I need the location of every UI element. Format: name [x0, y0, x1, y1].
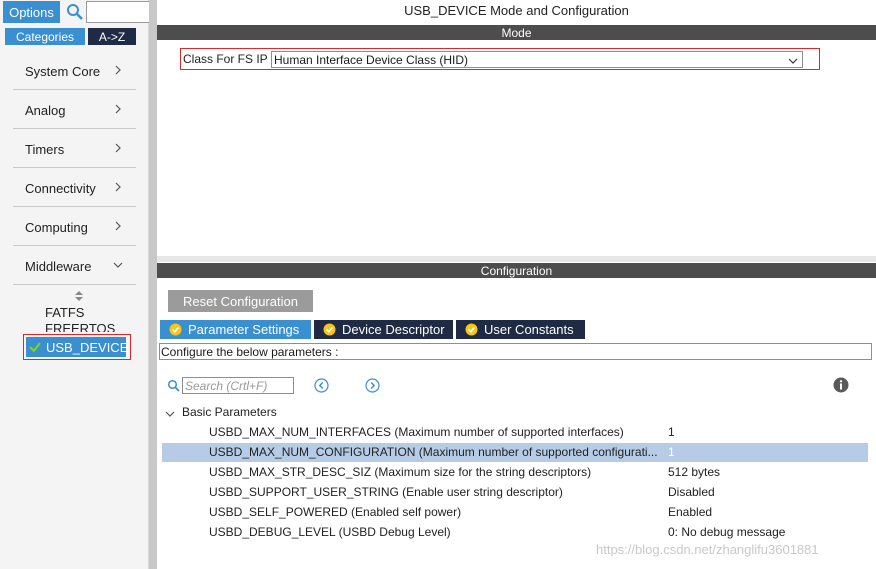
param-value: Enabled	[668, 505, 713, 519]
class-select-value: Human Interface Device Class (HID)	[274, 52, 469, 67]
param-name: USBD_SELF_POWERED (Enabled self power)	[209, 505, 462, 519]
parameter-search-input[interactable]: Search (Crtl+F)	[182, 377, 294, 394]
category-middleware[interactable]: Middleware	[13, 248, 136, 285]
search-icon[interactable]	[65, 2, 85, 22]
class-for-fs-ip-field: Class For FS IP Human Interface Device C…	[180, 48, 820, 70]
category-label: Connectivity	[25, 180, 96, 196]
configure-description: Configure the below parameters :	[159, 343, 872, 360]
category-connectivity[interactable]: Connectivity	[13, 170, 136, 207]
middleware-item-fatfs[interactable]: FATFS	[45, 305, 84, 320]
basic-parameters-group[interactable]: Basic Parameters	[182, 405, 277, 419]
chevron-right-icon	[112, 181, 124, 193]
category-system-core[interactable]: System Core	[13, 53, 136, 90]
table-row-selected[interactable]: USBD_MAX_NUM_CONFIGURATION (Maximum numb…	[162, 443, 868, 462]
usb-device-label: USB_DEVICE	[46, 339, 129, 355]
table-row[interactable]: USBD_SUPPORT_USER_STRING (Enable user st…	[162, 483, 868, 502]
param-name: USBD_SUPPORT_USER_STRING (Enable user st…	[209, 485, 563, 499]
param-value: 0: No debug message	[668, 525, 786, 539]
check-circle-icon	[465, 323, 478, 336]
chevron-right-icon	[112, 64, 124, 76]
tab-parameter-settings[interactable]: Parameter Settings	[160, 320, 311, 339]
table-row[interactable]: USBD_MAX_STR_DESC_SIZ (Maximum size for …	[162, 463, 868, 482]
category-label: System Core	[25, 63, 101, 79]
table-row[interactable]: USBD_SELF_POWERED (Enabled self power) E…	[162, 503, 868, 522]
category-computing[interactable]: Computing	[13, 209, 136, 246]
sort-arrows-icon[interactable]	[74, 290, 84, 302]
page-title: USB_DEVICE Mode and Configuration	[404, 3, 629, 18]
chevron-down-icon	[112, 259, 124, 271]
category-label: Analog	[25, 102, 66, 118]
class-select[interactable]: Human Interface Device Class (HID)	[271, 51, 803, 68]
configuration-header: Configuration	[157, 263, 876, 278]
mode-header: Mode	[157, 25, 876, 40]
check-icon	[28, 340, 42, 354]
tab-label: Device Descriptor	[342, 322, 445, 337]
sidebar-search-input[interactable]	[86, 1, 150, 23]
tab-label: Parameter Settings	[188, 322, 300, 337]
circle-right-icon[interactable]	[365, 378, 380, 393]
param-value: Disabled	[668, 485, 715, 499]
class-label: Class For FS IP	[183, 52, 268, 66]
param-name: USBD_MAX_STR_DESC_SIZ (Maximum size for …	[209, 465, 592, 479]
param-name: USBD_MAX_NUM_CONFIGURATION (Maximum numb…	[209, 445, 658, 459]
circle-left-icon[interactable]	[314, 378, 329, 393]
chevron-right-icon	[112, 142, 124, 154]
mode-panel	[157, 40, 876, 256]
param-value: 512 bytes	[668, 465, 721, 479]
sidebar: Options Categories A->Z System Core Anal…	[0, 0, 150, 569]
tab-a-z[interactable]: A->Z	[88, 28, 136, 45]
watermark: https://blog.csdn.net/zhanglifu3601881	[596, 542, 819, 557]
param-value: 1	[668, 425, 675, 439]
tab-device-descriptor[interactable]: Device Descriptor	[314, 320, 453, 339]
table-row[interactable]: USBD_DEBUG_LEVEL (USBD Debug Level) 0: N…	[162, 523, 868, 542]
stm32-config-window: Options Categories A->Z System Core Anal…	[0, 0, 876, 569]
tab-label: User Constants	[484, 322, 574, 337]
category-timers[interactable]: Timers	[13, 131, 136, 168]
table-row[interactable]: USBD_MAX_NUM_INTERFACES (Maximum number …	[162, 423, 868, 442]
param-name: USBD_DEBUG_LEVEL (USBD Debug Level)	[209, 525, 451, 539]
search-icon	[167, 379, 180, 392]
chevron-down-icon[interactable]	[165, 408, 175, 418]
check-circle-icon	[323, 323, 336, 336]
middleware-item-usb-device[interactable]: USB_DEVICE	[23, 334, 131, 360]
category-label: Middleware	[25, 258, 92, 274]
category-label: Timers	[25, 141, 65, 157]
tab-user-constants[interactable]: User Constants	[456, 320, 585, 339]
middleware-item-freertos[interactable]: FREERTOS	[45, 321, 115, 332]
check-circle-icon	[169, 323, 182, 336]
reset-configuration-button[interactable]: Reset Configuration	[168, 290, 313, 312]
param-value: 1	[668, 445, 675, 459]
chevron-right-icon	[112, 103, 124, 115]
options-button[interactable]: Options	[3, 1, 60, 23]
category-label: Computing	[25, 219, 88, 235]
panel-divider[interactable]	[157, 256, 876, 262]
usb-device-selected[interactable]: USB_DEVICE	[26, 337, 129, 357]
info-icon[interactable]	[833, 377, 849, 393]
chevron-down-icon	[788, 55, 798, 65]
sidebar-splitter[interactable]	[149, 0, 157, 569]
param-name: USBD_MAX_NUM_INTERFACES (Maximum number …	[209, 425, 624, 439]
tab-categories[interactable]: Categories	[5, 28, 85, 45]
category-analog[interactable]: Analog	[13, 92, 136, 129]
chevron-right-icon	[112, 220, 124, 232]
